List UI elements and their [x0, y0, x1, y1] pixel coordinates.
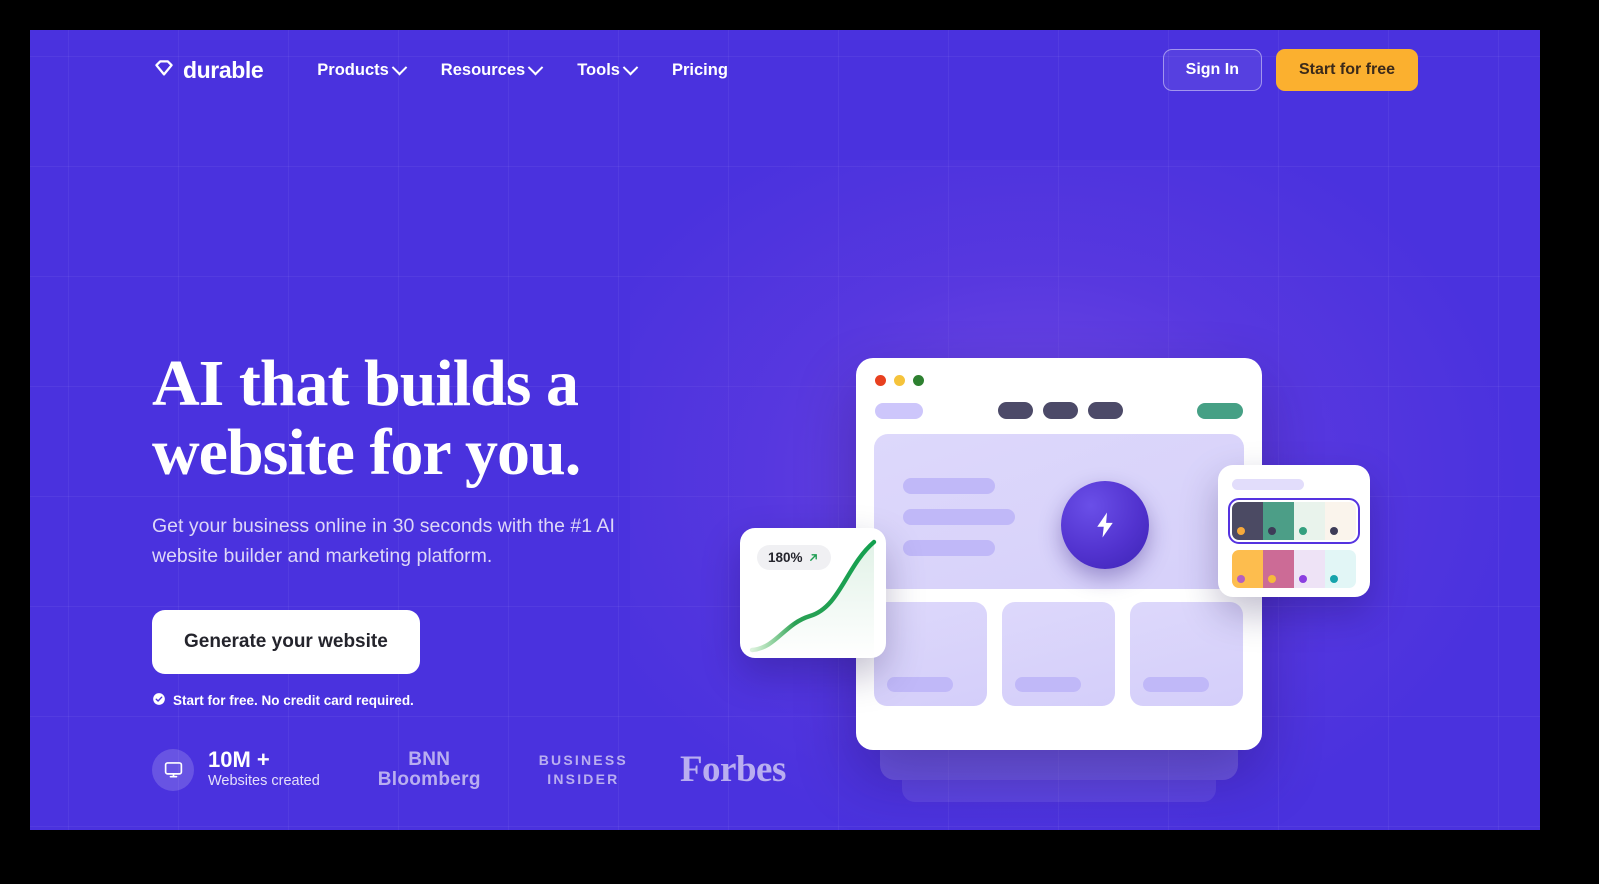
nav-label: Tools [577, 60, 620, 79]
sign-in-button[interactable]: Sign In [1162, 49, 1262, 91]
start-for-free-button[interactable]: Start for free [1275, 49, 1418, 91]
logo-wordmark: durable [183, 56, 264, 83]
press-logo-forbes: Forbes [679, 749, 786, 791]
chevron-down-icon [622, 59, 639, 75]
press-line-1: BUSINESS [538, 751, 628, 768]
monitor-icon [152, 748, 194, 791]
headline-line-2: website for you. [152, 415, 581, 489]
nav-item-tools[interactable]: Tools [559, 59, 654, 80]
diamond-logo-icon [152, 56, 176, 85]
top-navigation-bar: durable Products Resources Tools Pricing… [30, 30, 1540, 110]
hero-content: AI that builds a website for you. Get yo… [152, 347, 712, 709]
stat-text-group: 10M + Websites created [208, 747, 320, 791]
generate-website-button[interactable]: Generate your website [152, 609, 420, 674]
press-line-2: INSIDER [547, 770, 620, 787]
browser-viewport: durable Products Resources Tools Pricing… [30, 30, 1540, 830]
press-logo-business-insider: BUSINESS INSIDER [539, 751, 628, 789]
chevron-down-icon [527, 59, 544, 75]
hero-subheading: Get your business online in 30 seconds w… [152, 515, 615, 568]
headline-line-1: AI that builds a [152, 347, 579, 420]
trust-note: Start for free. No credit card required. [152, 692, 712, 709]
nav-actions: Sign In Start for free [1162, 49, 1418, 91]
press-line-1: BNN [408, 748, 451, 770]
stat-label: Websites created [208, 773, 320, 790]
social-proof-row: 10M + Websites created BNN Bloomberg BUS… [152, 747, 786, 791]
nav-label: Products [317, 60, 389, 79]
chevron-down-icon [391, 59, 408, 75]
nav-item-pricing[interactable]: Pricing [654, 61, 746, 80]
page-title: AI that builds a website for you. [152, 347, 712, 489]
press-line-2: Bloomberg [377, 768, 481, 790]
durable-logo[interactable]: durable [152, 56, 264, 85]
nav-label: Pricing [671, 60, 728, 79]
trust-note-text: Start for free. No credit card required. [173, 692, 414, 708]
websites-created-stat: 10M + Websites created [152, 747, 320, 791]
nav-label: Resources [440, 60, 526, 79]
stat-value: 10M + [208, 747, 270, 772]
nav-item-products[interactable]: Products [299, 59, 423, 80]
nav-item-resources[interactable]: Resources [423, 59, 559, 80]
check-circle-icon [152, 692, 166, 709]
press-logo-bnn-bloomberg: BNN Bloomberg [377, 748, 481, 790]
